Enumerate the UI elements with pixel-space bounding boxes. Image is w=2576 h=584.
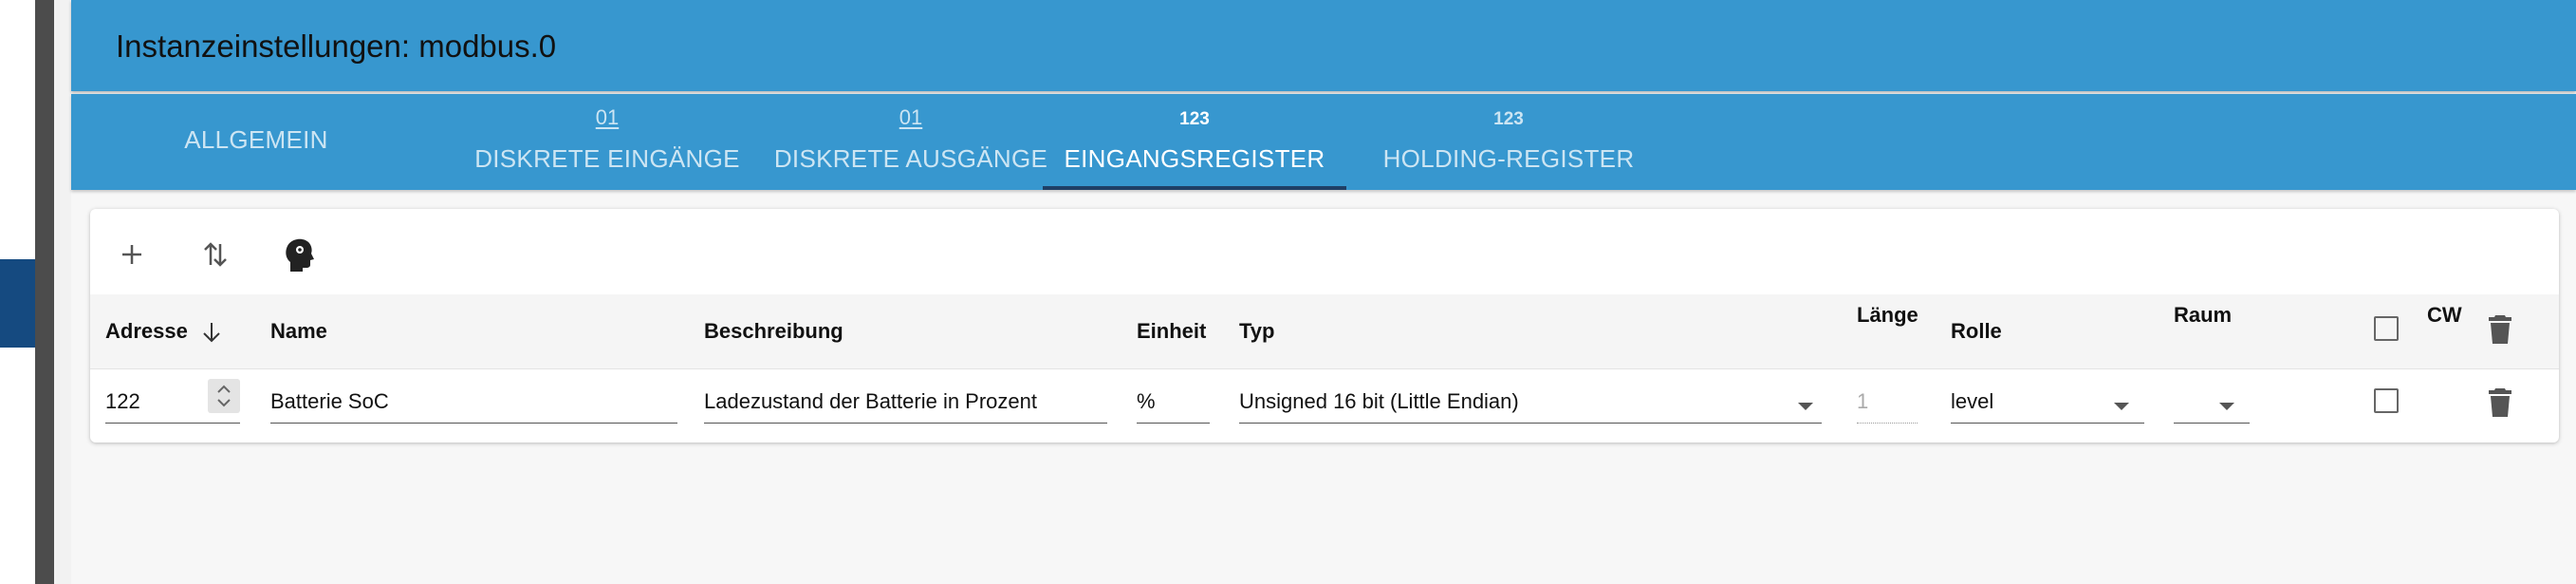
delete-all-icon[interactable] [2487,313,2513,346]
address-stepper[interactable] [208,379,240,413]
tab-label: DISKRETE EINGÄNGE [474,144,740,173]
tab-allgemein[interactable]: ALLGEMEIN [147,94,365,190]
description-value: Ladezustand der Batterie in Prozent [704,389,1038,413]
tab-bar: ALLGEMEIN 01 DISKRETE EINGÄNGE 01 DISKRE… [71,94,2576,190]
length-value: 1 [1857,389,1869,413]
binary-icon: 01 [899,105,923,129]
type-value: Unsigned 16 bit (Little Endian) [1239,389,1519,413]
sidebar-divider [35,0,54,584]
tab-holding-register[interactable]: 123 HOLDING-REGISTER [1352,94,1665,190]
name-input[interactable]: Batterie SoC [270,381,677,424]
tab-diskrete-eingaenge[interactable]: 01 DISKRETE EINGÄNGE [451,94,764,190]
unit-input[interactable]: % [1137,381,1210,424]
column-header-name: Name [270,319,327,343]
tab-eingangsregister[interactable]: 123 EINGANGSREGISTER [1043,94,1346,190]
tab-label: ALLGEMEIN [184,125,328,154]
stepper-arrows-icon [217,385,231,407]
plus-icon [122,245,141,264]
role-value: level [1951,389,1994,413]
active-tab-indicator [1043,186,1346,190]
sort-button[interactable] [191,230,240,279]
chevron-down-icon[interactable] [2114,403,2129,410]
binary-icon: 01 [595,105,620,129]
chevron-down-icon[interactable] [1798,403,1813,410]
head-icon [286,238,314,272]
column-header-description: Beschreibung [704,319,843,343]
delete-row-icon[interactable] [2487,386,2513,419]
description-input[interactable]: Ladezustand der Batterie in Prozent [704,381,1107,424]
left-gutter [54,0,71,584]
type-select[interactable]: Unsigned 16 bit (Little Endian) [1239,381,1822,424]
room-select[interactable] [2174,381,2250,424]
arrow-down-icon[interactable] [200,320,223,345]
column-header-type: Typ [1239,319,1275,343]
column-header-unit: Einheit [1137,319,1207,343]
chevron-down-icon[interactable] [2219,403,2234,410]
cw-checkbox[interactable] [2374,388,2399,413]
table-row: 122 Batterie SoC Ladezustand der Batteri… [90,369,2559,443]
register-table-panel: Adresse Name Beschreibung Einheit Typ Lä… [90,209,2559,443]
sidebar-active-marker [0,259,35,348]
column-header-cw: CW [2427,303,2462,327]
title-bar: Instanzeinstellungen: modbus.0 [71,0,2576,91]
column-header-room: Raum [2174,303,2233,327]
instance-settings-app: Instanzeinstellungen: modbus.0 ALLGEMEIN… [54,0,2576,584]
column-header-role: Rolle [1951,319,2002,343]
numeric-icon: 123 [1179,109,1210,129]
tab-label: DISKRETE AUSGÄNGE [773,144,1048,173]
address-value: 122 [105,389,140,413]
tab-label: EINGANGSREGISTER [1064,144,1325,173]
import-button[interactable] [274,230,324,279]
swap-vertical-icon [204,242,227,267]
numeric-icon: 123 [1493,109,1524,129]
tab-diskrete-ausgaenge[interactable]: 01 DISKRETE AUSGÄNGE [754,94,1067,190]
column-header-length: Länge [1857,303,1918,327]
column-header-address[interactable]: Adresse [105,294,188,368]
page-title: Instanzeinstellungen: modbus.0 [116,28,557,64]
name-value: Batterie SoC [270,389,389,413]
tab-label: HOLDING-REGISTER [1382,144,1635,173]
select-all-checkbox[interactable] [2374,316,2399,341]
add-row-button[interactable] [107,230,157,279]
table-header-row: Adresse Name Beschreibung Einheit Typ Lä… [90,294,2559,369]
unit-value: % [1137,389,1156,413]
length-input: 1 [1857,381,1918,424]
